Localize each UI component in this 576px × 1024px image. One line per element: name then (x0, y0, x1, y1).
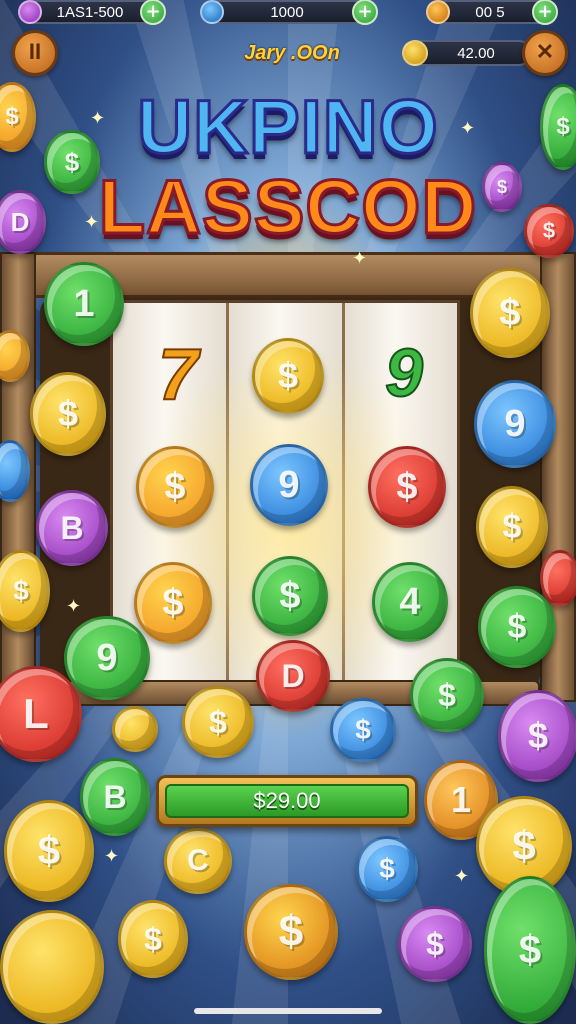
symbol-seven: 7 (157, 334, 199, 416)
floating-coin: $ (524, 204, 574, 258)
gold-dollar-coin: $ (252, 338, 324, 414)
gold-coin-icon (426, 0, 450, 24)
floating-coin: $ (410, 658, 484, 732)
floating-coin: $ (476, 486, 548, 568)
resource-blue-coins-value: 1000 (270, 4, 304, 21)
close-button[interactable]: ✕ (522, 30, 568, 76)
resource-gold-coins-value: 00 5 (475, 4, 505, 21)
sparkle-icon: ✦ (84, 212, 100, 233)
floating-coin: $ (44, 130, 100, 194)
pause-button[interactable]: II (12, 30, 58, 76)
sparkle-icon: ✦ (90, 108, 106, 129)
floating-coin: $ (30, 372, 106, 456)
floating-coin: $ (498, 690, 576, 782)
add-blue-coins-button[interactable]: + (352, 0, 378, 25)
floating-coin: $ (4, 800, 94, 902)
floating-coin (112, 706, 158, 752)
floating-coin (0, 910, 104, 1024)
sparkle-icon: ✦ (66, 596, 82, 617)
floating-coin: $ (484, 876, 576, 1024)
floating-coin: $ (330, 698, 396, 762)
balance-value: 42.00 (457, 45, 495, 62)
balance-display: 42.00 (402, 40, 532, 66)
add-gems-button[interactable]: + (140, 0, 166, 25)
floating-coin: 9 (474, 380, 556, 468)
floating-coin: 1 (44, 262, 124, 346)
floating-coin: C (164, 828, 232, 894)
gem-icon (18, 0, 42, 24)
sparkle-icon: ✦ (460, 118, 476, 139)
green-dollar-coin: $ (252, 556, 328, 636)
floating-coin: $ (356, 836, 418, 902)
floating-coin: $ (244, 884, 338, 980)
resource-gold-coins: 00 5 + (426, 0, 558, 25)
add-gold-coins-button[interactable]: + (532, 0, 558, 25)
player-name: Jary .OOn (244, 42, 340, 64)
floating-coin: $ (482, 162, 522, 212)
home-indicator[interactable] (194, 1008, 382, 1014)
floating-coin: $ (478, 586, 556, 668)
floating-coin: $ (470, 268, 550, 358)
blue-coin-icon (200, 0, 224, 24)
orange-dollar-coin: $ (134, 562, 212, 644)
floating-coin: 9 (64, 616, 150, 700)
resource-blue-coins: 1000 + (200, 0, 378, 25)
red-d-coin: D (256, 640, 330, 712)
coin-icon (402, 40, 428, 66)
win-amount: $29.00 (165, 784, 409, 818)
sparkle-icon: ✦ (104, 846, 120, 867)
blue-nine-coin: 9 (250, 444, 328, 526)
floating-coin: $ (118, 900, 188, 978)
resource-gems: 1AS1-500 + (18, 0, 166, 25)
sparkle-icon: ✦ (454, 866, 470, 887)
win-amount-bar: $29.00 (156, 775, 418, 827)
sparkle-icon: ✦ (352, 248, 368, 269)
resource-gems-value: 1AS1-500 (56, 4, 124, 21)
floating-coin: L (0, 666, 82, 762)
red-dollar-coin: $ (368, 446, 446, 528)
green-four-coin: 4 (372, 562, 448, 642)
floating-coin: $ (182, 686, 254, 758)
floating-coin: B (36, 490, 108, 566)
floating-coin: B (80, 758, 150, 836)
symbol-nine: 9 (384, 334, 424, 412)
orange-dollar-coin: $ (136, 446, 214, 528)
floating-coin (540, 550, 576, 606)
floating-coin: $ (398, 906, 472, 982)
